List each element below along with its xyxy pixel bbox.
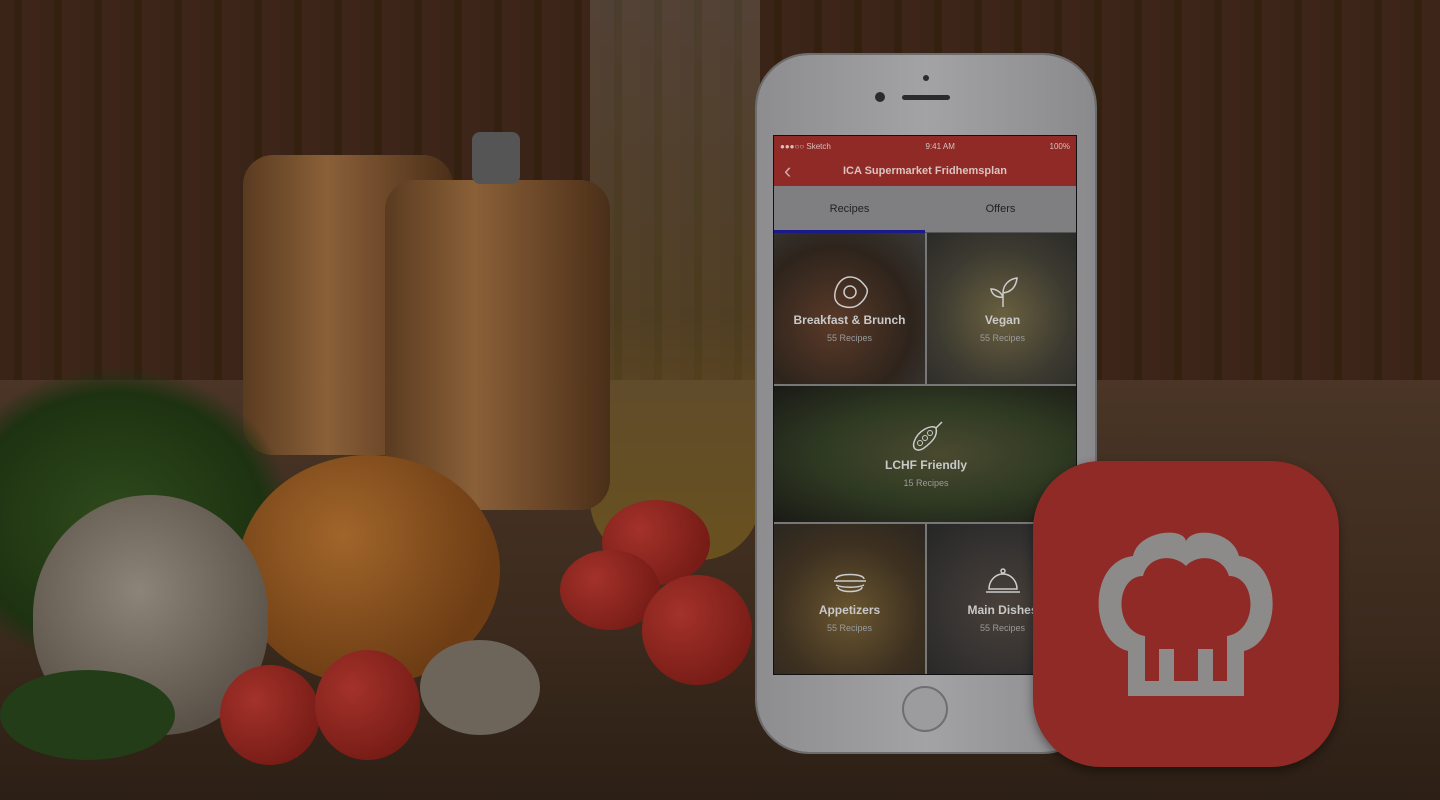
- home-button: [902, 686, 948, 732]
- basil: [0, 670, 175, 760]
- category-lchf[interactable]: LCHF Friendly 15 Recipes: [774, 386, 1076, 522]
- category-title: Breakfast & Brunch: [793, 312, 906, 327]
- category-count: 55 Recipes: [979, 332, 1026, 343]
- category-title: LCHF Friendly: [884, 458, 967, 472]
- category-title: Vegan: [984, 312, 1021, 327]
- sandwich-icon: [833, 573, 866, 593]
- category-grid: Breakfast & Brunch 55 Recipes Vegan 55 R…: [774, 233, 1076, 674]
- category-count: 55 Recipes: [826, 332, 873, 343]
- back-chevron-icon[interactable]: ‹: [784, 158, 791, 184]
- app-icon: [1033, 461, 1339, 767]
- category-count: 55 Recipes: [826, 623, 873, 633]
- category-title: Main Dishes: [967, 603, 1038, 617]
- category-breakfast[interactable]: Breakfast & Brunch 55 Recipes: [774, 233, 925, 384]
- battery: 100%: [1049, 141, 1070, 151]
- category-appetizers[interactable]: Appetizers 55 Recipes: [774, 524, 925, 674]
- page-title: ICA Supermarket Fridhemsplan: [842, 165, 1008, 177]
- app-screen: ●●●○○ Sketch 9:41 AM 100% ‹ ICA Supermar…: [773, 135, 1077, 675]
- pepper-mill-knob: [472, 132, 520, 184]
- time: 9:41 AM: [925, 141, 955, 151]
- leaf-icon: [989, 276, 1018, 307]
- oil-bottle: [590, 0, 760, 560]
- chef-hat-icon: [1098, 532, 1273, 696]
- category-count: 15 Recipes: [903, 478, 949, 488]
- peapod-icon: [912, 421, 943, 451]
- egg-icon: [833, 275, 868, 308]
- tab-recipes[interactable]: Recipes: [774, 186, 925, 233]
- nav-bar: ‹ ICA Supermarket Fridhemsplan: [774, 156, 1076, 186]
- tomato: [315, 650, 420, 760]
- tab-bar: Recipes Offers: [774, 186, 1076, 233]
- front-camera: [875, 92, 885, 102]
- speaker: [902, 95, 950, 100]
- status-bar: ●●●○○ Sketch 9:41 AM 100%: [774, 136, 1076, 156]
- tomato: [642, 575, 752, 685]
- carrier: ●●●○○ Sketch: [780, 141, 831, 151]
- tab-offers[interactable]: Offers: [925, 186, 1076, 232]
- category-vegan[interactable]: Vegan 55 Recipes: [927, 233, 1076, 384]
- sensor: [923, 75, 929, 81]
- tomato: [220, 665, 320, 765]
- pepper-mill: [385, 180, 610, 510]
- category-title: Appetizers: [818, 603, 881, 617]
- cloche-icon: [985, 568, 1020, 593]
- garlic-clove: [420, 640, 540, 735]
- category-count: 55 Recipes: [979, 623, 1026, 633]
